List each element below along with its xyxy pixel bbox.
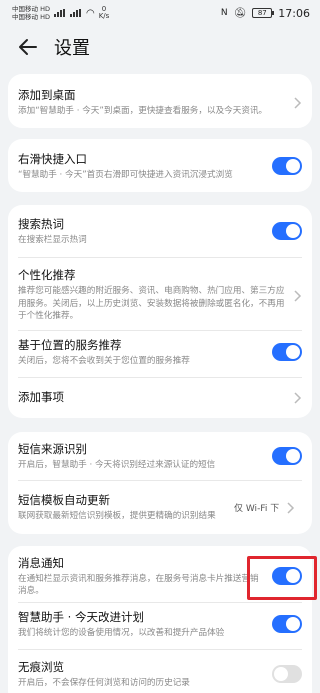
divider [18,257,302,258]
card-recommendation: 搜索热词 在搜索栏显示热词 个性化推荐 推荐您可能感兴趣的附近服务、资讯、电商购… [8,205,312,418]
chevron-right-icon [292,288,302,302]
row-title: 搜索热词 [18,216,64,231]
chevron-right-icon [292,95,302,109]
signal-icon-2 [69,9,82,17]
row-sms-template[interactable]: 短信模板自动更新 联网获取最新短信识别模板，提供更精确的识别结果 仅 Wi-Fi… [18,484,302,530]
carrier-1: 中国移动 [12,5,38,13]
row-title: 基于位置的服务推荐 [18,337,122,352]
wifi-icon: ◠ [85,7,95,19]
row-subtitle: 关闭后，您将不会收到关于您位置的服务推荐 [18,355,190,366]
row-title: 无痕浏览 [18,659,64,674]
sms-source-toggle[interactable] [272,447,302,465]
mute-icon: 🔕︎ [233,7,247,19]
row-subtitle: “智慧助手 · 今天”首页右滑即可快捷进入资讯沉浸式浏览 [18,169,233,180]
divider [18,649,302,650]
row-subtitle: 推荐您可能感兴趣的附近服务、资讯、电商购物、热门应用、第三方应用服务。关闭后，以… [18,286,285,322]
row-subtitle: 添加“智慧助手 · 今天”到桌面，更快捷查看服务，以及今天资讯。 [18,105,268,116]
divider [18,377,302,378]
page-title: 设置 [54,38,90,59]
row-incognito[interactable]: 无痕浏览 开启后，不会保存任何浏览和访问的历史记录 [18,656,302,692]
row-title: 添加事项 [18,390,64,404]
row-subtitle: 在搜索栏显示热词 [18,234,87,245]
divider [18,480,302,481]
row-sms-source[interactable]: 短信来源识别 开启后，智慧助手 · 今天将识别经过来源认证的短信 [18,438,302,474]
row-personalized[interactable]: 个性化推荐 推荐您可能感兴趣的附近服务、资讯、电商购物、热门应用、第三方应用服务… [18,263,302,327]
row-subtitle: 我们将统计您的设备使用情况，以改善和提升产品体验 [18,627,225,638]
notification-toggle[interactable] [272,567,302,585]
chevron-right-icon [292,390,302,404]
row-swipe-entry[interactable]: 右滑快捷入口 “智慧助手 · 今天”首页右滑即可快捷进入资讯沉浸式浏览 [18,148,302,184]
card-swipe-entry: 右滑快捷入口 “智慧助手 · 今天”首页右滑即可快捷进入资讯沉浸式浏览 [8,139,312,192]
carrier-2: 中国移动 [12,13,38,21]
row-title: 短信模板自动更新 [18,492,110,507]
net-type-2: HD [40,13,50,21]
incognito-toggle[interactable] [272,665,302,683]
nfc-icon: N [220,8,228,18]
status-right: N 🔕︎ 87 17:06 [221,7,310,20]
card-notifications: 消息通知 在通知栏显示资讯和服务推荐消息，在服务号消息卡片推送营销消息。 智慧助… [8,546,312,693]
row-title: 短信来源识别 [18,441,87,456]
location-service-toggle[interactable] [272,343,302,361]
row-add-to-desktop[interactable]: 添加到桌面 添加“智慧助手 · 今天”到桌面，更快捷查看服务，以及今天资讯。 [18,83,302,121]
status-bar: 中国移动 HD 中国移动 HD ◠ 0 K/s N 🔕︎ 87 17:06 [0,0,320,26]
sms-template-value: 仅 Wi-Fi 下 [234,503,280,514]
back-arrow-icon[interactable] [16,35,40,59]
signal-icon [53,9,66,17]
row-search-hot[interactable]: 搜索热词 在搜索栏显示热词 [18,213,302,249]
card-add-desktop: 添加到桌面 添加“智慧助手 · 今天”到桌面，更快捷查看服务，以及今天资讯。 [8,74,312,128]
clock: 17:06 [278,6,310,20]
row-improvement[interactable]: 智慧助手 · 今天改进计划 我们将统计您的设备使用情况，以改善和提升产品体验 [18,606,302,642]
row-subtitle: 联网获取最新短信识别模板，提供更精确的识别结果 [18,510,216,521]
header: 设置 [0,30,320,64]
row-location-service[interactable]: 基于位置的服务推荐 关闭后，您将不会收到关于您位置的服务推荐 [18,334,302,370]
chevron-right-icon [285,500,295,514]
row-title: 个性化推荐 [18,268,76,283]
net-speed: 0 K/s [98,5,110,20]
row-subtitle: 开启后，智慧助手 · 今天将识别经过来源认证的短信 [18,459,216,470]
row-title: 添加到桌面 [18,87,76,102]
divider [18,602,302,603]
battery-icon: 87 [252,8,275,18]
carrier-info: 中国移动 HD 中国移动 HD [12,5,50,21]
row-subtitle: 在通知栏显示资讯和服务推荐消息，在服务号消息卡片推送营销消息。 [18,573,259,597]
row-add-items[interactable]: 添加事项 [18,383,302,411]
status-left: 中国移动 HD 中国移动 HD ◠ 0 K/s [12,5,109,21]
row-title: 右滑快捷入口 [18,151,87,166]
row-notification[interactable]: 消息通知 在通知栏显示资讯和服务推荐消息，在服务号消息卡片推送营销消息。 [18,554,302,598]
row-title: 智慧助手 · 今天改进计划 [18,609,144,624]
row-subtitle: 开启后，不会保存任何浏览和访问的历史记录 [18,677,190,688]
net-type-1: HD [40,5,50,13]
search-hot-toggle[interactable] [272,222,302,240]
card-sms: 短信来源识别 开启后，智慧助手 · 今天将识别经过来源认证的短信 短信模板自动更… [8,432,312,534]
row-title: 消息通知 [18,555,64,570]
divider [18,330,302,331]
improvement-toggle[interactable] [272,615,302,633]
swipe-entry-toggle[interactable] [272,157,302,175]
